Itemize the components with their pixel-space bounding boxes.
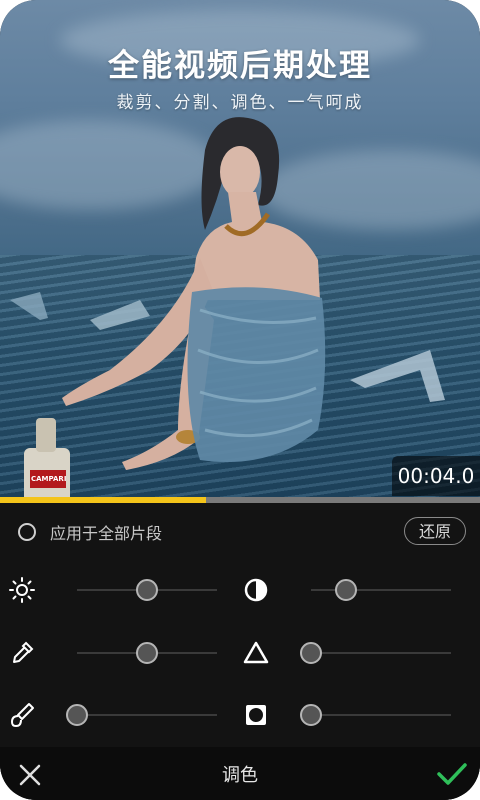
- slider-track: [77, 714, 217, 716]
- triangle-icon: [243, 641, 269, 664]
- slider-thumb[interactable]: [335, 579, 357, 601]
- check-icon[interactable]: [436, 760, 468, 788]
- slider-thumb[interactable]: [300, 704, 322, 726]
- warmth-slider[interactable]: [66, 702, 217, 728]
- bottom-action-bar: 调色: [0, 747, 480, 800]
- bottom-bar-title: 调色: [222, 765, 258, 786]
- contrast-slider[interactable]: [311, 577, 451, 603]
- saturation-slider[interactable]: [77, 640, 217, 666]
- vignette-icon: [246, 705, 266, 725]
- app-frame: CAMPARI 全能视频后期处理 裁剪、分割、调色、一气呵成 00:04.0 应…: [0, 0, 480, 800]
- promo-subtitle: 裁剪、分割、调色、一气呵成: [116, 93, 364, 113]
- brightness-icon: [9, 577, 35, 603]
- slider-thumb[interactable]: [300, 642, 322, 664]
- slider-track: [311, 589, 451, 591]
- apply-all-label: 应用于全部片段: [50, 524, 163, 543]
- contrast-icon: [244, 578, 268, 602]
- playback-timestamp: 00:04.0: [392, 456, 480, 496]
- sharpness-slider[interactable]: [300, 640, 451, 666]
- reset-button[interactable]: 还原: [404, 517, 466, 545]
- apply-all-option[interactable]: 应用于全部片段: [18, 517, 162, 547]
- vignette-slider[interactable]: [300, 702, 451, 728]
- promo-title: 全能视频后期处理: [108, 48, 372, 84]
- eyedropper-icon: [13, 641, 34, 663]
- slider-thumb[interactable]: [136, 642, 158, 664]
- brush-icon: [10, 703, 34, 728]
- slider-thumb[interactable]: [136, 579, 158, 601]
- bottle-label: CAMPARI: [31, 475, 67, 483]
- slider-track: [311, 714, 451, 716]
- slider-track: [311, 652, 451, 654]
- slider-thumb[interactable]: [66, 704, 88, 726]
- video-preview[interactable]: CAMPARI 全能视频后期处理 裁剪、分割、调色、一气呵成 00:04.0: [0, 0, 480, 497]
- brightness-slider[interactable]: [77, 577, 217, 603]
- apply-all-radio[interactable]: [18, 523, 36, 541]
